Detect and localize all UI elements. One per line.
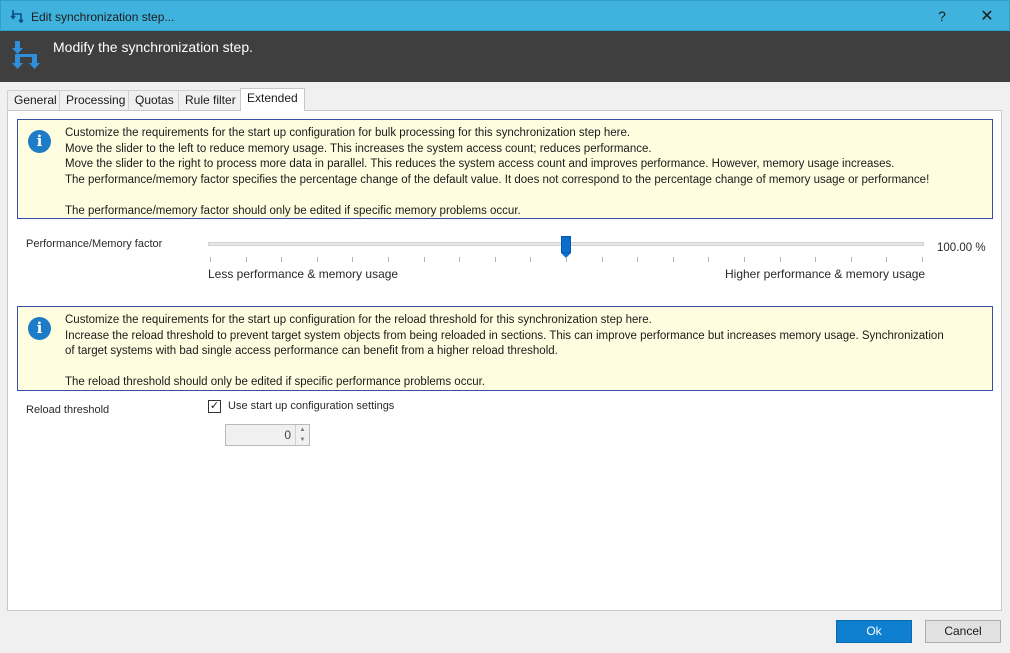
reload-threshold-label: Reload threshold xyxy=(26,404,110,416)
window-titlebar: Edit synchronization step... ? ✕ xyxy=(0,0,1010,31)
ok-button[interactable]: Ok xyxy=(836,620,912,643)
info-line: Move the slider to the right to process … xyxy=(65,158,895,170)
info-line: Increase the reload threshold to prevent… xyxy=(65,329,944,342)
slider-tick xyxy=(459,257,461,262)
slider-tick xyxy=(779,257,781,262)
slider-tick xyxy=(423,257,425,262)
window-title: Edit synchronization step... xyxy=(31,10,175,24)
info-text: Customize the requirements for the start… xyxy=(65,313,985,391)
slider-right-caption: Higher performance & memory usage xyxy=(725,267,926,281)
info-line: Move the slider to the left to reduce me… xyxy=(65,142,652,155)
info-box-reload-threshold: i Customize the requirements for the sta… xyxy=(17,306,993,391)
info-line: The reload threshold should only be edit… xyxy=(65,376,485,388)
sync-step-large-icon xyxy=(12,41,40,69)
slider-tick xyxy=(494,257,496,262)
slider-tick xyxy=(245,257,247,262)
slider-tick xyxy=(566,257,567,262)
stepper-up-icon[interactable]: ▲ xyxy=(296,425,309,435)
factor-label: Performance/Memory factor xyxy=(26,238,163,250)
info-line: Customize the requirements for the start… xyxy=(65,314,652,326)
extended-tab-panel: i Customize the requirements for the sta… xyxy=(7,110,1002,611)
use-startup-config-checkbox[interactable]: ✓ xyxy=(208,400,221,413)
slider-tick xyxy=(637,257,639,262)
slider-left-caption: Less performance & memory usage xyxy=(208,267,399,281)
slider-tick xyxy=(744,257,745,262)
slider-tick xyxy=(708,257,710,262)
info-line: of target systems with bad single access… xyxy=(65,345,558,357)
tab-rule-filter[interactable]: Rule filter xyxy=(178,90,243,110)
slider-tick xyxy=(530,257,532,262)
tab-general[interactable]: General xyxy=(7,90,64,110)
info-line: The performance/memory factor specifies … xyxy=(65,173,930,186)
slider-tick xyxy=(922,257,923,262)
use-startup-config-label[interactable]: Use start up configuration settings xyxy=(228,400,394,412)
slider-tick xyxy=(281,257,283,262)
slider-tick xyxy=(316,257,318,262)
info-icon: i xyxy=(28,317,51,340)
stepper-down-icon[interactable]: ▼ xyxy=(296,435,309,445)
slider-tick xyxy=(210,257,211,262)
slider-tick xyxy=(352,257,354,262)
close-button[interactable]: ✕ xyxy=(964,1,1010,32)
info-icon: i xyxy=(28,130,51,153)
tab-processing[interactable]: Processing xyxy=(59,90,133,110)
help-button[interactable]: ? xyxy=(919,1,965,32)
info-line: Customize the requirements for the start… xyxy=(65,127,631,139)
slider-tick xyxy=(886,257,888,262)
slider-tick xyxy=(388,257,389,262)
slider-tick xyxy=(601,257,603,262)
slider-tick xyxy=(850,257,852,262)
sync-step-icon xyxy=(10,10,24,23)
stepper-arrows: ▲ ▼ xyxy=(295,425,309,445)
reload-threshold-stepper[interactable]: 0 ▲ ▼ xyxy=(225,424,310,446)
tab-extended[interactable]: Extended xyxy=(240,88,305,111)
cancel-button[interactable]: Cancel xyxy=(925,620,1001,643)
header-title: Modify the synchronization step. xyxy=(53,39,253,55)
info-text: Customize the requirements for the start… xyxy=(65,126,985,219)
slider-tick xyxy=(672,257,674,262)
dialog-header: Modify the synchronization step. xyxy=(0,31,1010,82)
reload-threshold-value: 0 xyxy=(284,428,291,442)
tab-quotas[interactable]: Quotas xyxy=(128,90,181,110)
slider-thumb[interactable] xyxy=(561,236,571,258)
info-box-bulk-processing: i Customize the requirements for the sta… xyxy=(17,119,993,219)
slider-tick xyxy=(815,257,817,262)
info-line: The performance/memory factor should onl… xyxy=(65,204,521,217)
factor-value: 100.00 % xyxy=(937,242,986,254)
